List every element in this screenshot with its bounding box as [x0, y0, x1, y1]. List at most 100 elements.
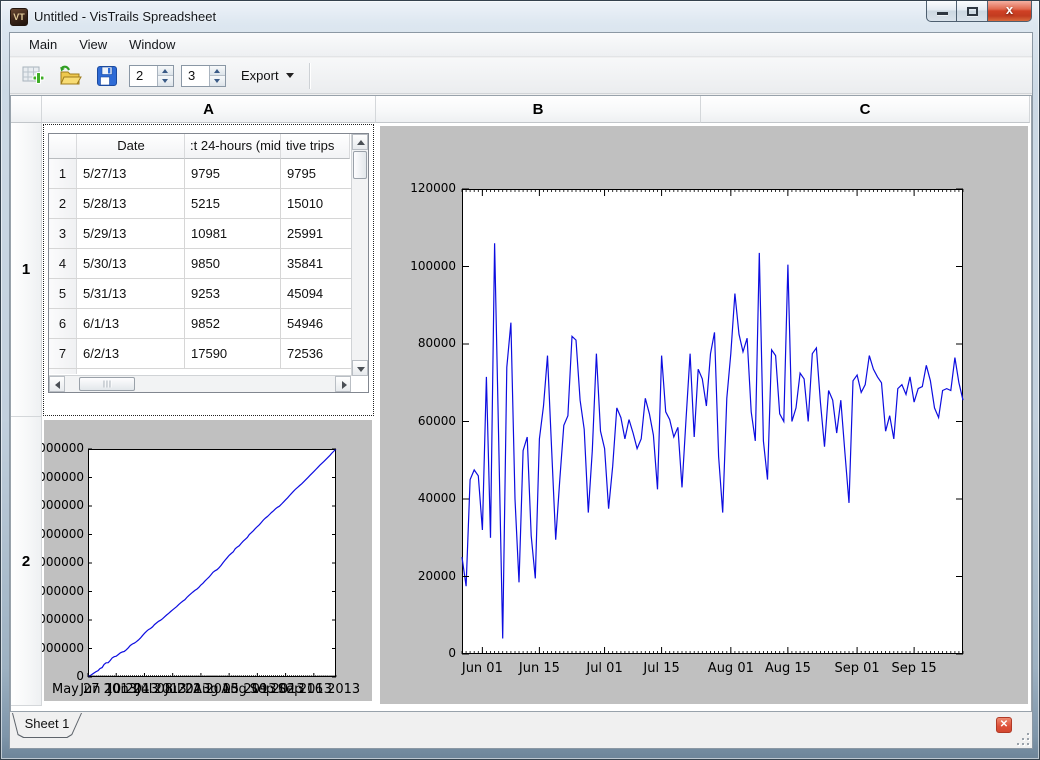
table-row[interactable]: 66/1/13985254946 — [49, 309, 368, 339]
col-spin-up-icon[interactable] — [210, 66, 225, 77]
resize-grip[interactable] — [1016, 732, 1029, 745]
maximize-button[interactable] — [957, 1, 988, 22]
tick-label: Aug 15 — [764, 661, 812, 676]
chevron-down-icon — [286, 73, 294, 78]
table-cell[interactable]: 5/30/13 — [77, 249, 185, 278]
tick-label: Jul 01 — [581, 661, 629, 676]
table-row[interactable]: 25/28/13521515010 — [49, 189, 368, 219]
save-button[interactable] — [92, 61, 122, 91]
minimize-icon — [937, 12, 948, 15]
row-header-2[interactable]: 2 — [11, 417, 42, 706]
table-row[interactable]: 45/30/13985035841 — [49, 249, 368, 279]
data-table[interactable]: Date:t 24-hours (midtive trips 15/27/139… — [48, 133, 369, 393]
export-button[interactable]: Export — [233, 64, 300, 87]
tick-label: 40000 — [418, 491, 456, 505]
table-row-number[interactable]: 3 — [49, 219, 77, 248]
table-cell[interactable]: 9795 — [281, 159, 350, 188]
table-column-header[interactable] — [49, 134, 77, 159]
table-cell[interactable]: 5/28/13 — [77, 189, 185, 218]
table-cell[interactable]: 25991 — [281, 219, 350, 248]
column-header-c[interactable]: C — [701, 96, 1030, 123]
scroll-down-button[interactable] — [352, 360, 368, 376]
table-row[interactable]: 35/29/131098125991 — [49, 219, 368, 249]
row-spin-up-icon[interactable] — [158, 66, 173, 77]
table-cell[interactable]: 5215 — [185, 189, 281, 218]
col-count-spinner[interactable]: 3 — [181, 65, 226, 87]
cell-a2[interactable]: May 27 2013Jun 10 2013Jun 24 2013Jul 08 … — [42, 417, 376, 706]
table-cell[interactable]: 72536 — [281, 339, 350, 368]
table-cell[interactable]: 5/29/13 — [77, 219, 185, 248]
scroll-right-button[interactable] — [335, 376, 351, 392]
tick-label: 5000000 — [42, 527, 84, 541]
table-cell[interactable]: 45094 — [281, 279, 350, 308]
tick-label: Jun 15 — [515, 661, 563, 676]
tick-label: Sep 01 — [833, 661, 881, 676]
row-header-1[interactable]: 1 — [11, 123, 42, 417]
scroll-up-button[interactable] — [352, 134, 368, 150]
cell-a1[interactable]: Date:t 24-hours (midtive trips 15/27/139… — [42, 123, 376, 417]
table-row-number[interactable]: 1 — [49, 159, 77, 188]
close-button[interactable]: x — [988, 1, 1032, 22]
table-row-number[interactable]: 5 — [49, 279, 77, 308]
vscroll-thumb[interactable] — [353, 151, 367, 179]
client-area: Main View Window — [9, 32, 1033, 749]
table-column-header[interactable]: :t 24-hours (mid — [185, 134, 281, 159]
col-count-value[interactable]: 3 — [182, 66, 209, 86]
table-cell[interactable]: 10981 — [185, 219, 281, 248]
table-cell[interactable]: 9850 — [185, 249, 281, 278]
toolbar-separator — [309, 63, 310, 89]
table-row[interactable]: 76/2/131759072536 — [49, 339, 368, 369]
table-cell[interactable]: 9795 — [185, 159, 281, 188]
table-cell[interactable]: 6/2/13 — [77, 339, 185, 368]
corner-header[interactable] — [11, 96, 42, 123]
table-row-number[interactable]: 2 — [49, 189, 77, 218]
scroll-left-button[interactable] — [49, 376, 65, 392]
table-cell[interactable]: 54946 — [281, 309, 350, 338]
row-spin-down-icon[interactable] — [158, 76, 173, 86]
table-cell[interactable]: 6/1/13 — [77, 309, 185, 338]
table-cell[interactable]: 15010 — [281, 189, 350, 218]
cell-b1[interactable]: Jun 01Jun 15Jul 01Jul 15Aug 01Aug 15Sep … — [376, 123, 1030, 706]
table-row-number[interactable]: 6 — [49, 309, 77, 338]
arrow-down-icon — [357, 367, 365, 372]
table-row[interactable]: 55/31/13925345094 — [49, 279, 368, 309]
row-count-value[interactable]: 2 — [130, 66, 157, 86]
menu-main[interactable]: Main — [18, 34, 68, 55]
column-header-a[interactable]: A — [42, 96, 376, 123]
menu-window[interactable]: Window — [118, 34, 186, 55]
spreadsheet-area: A B C 1 2 Date:t 24-hours (midtive trips… — [10, 95, 1032, 712]
window-title: Untitled - VisTrails Spreadsheet — [34, 9, 216, 24]
table-cell[interactable]: 17590 — [185, 339, 281, 368]
hscroll-thumb[interactable] — [79, 377, 135, 391]
tick-label: 3000000 — [42, 584, 84, 598]
tick-label: Sep 15 — [890, 661, 938, 676]
table-row-number[interactable]: 7 — [49, 339, 77, 368]
sheet-tab-label[interactable]: Sheet 1 — [12, 716, 82, 731]
row-count-spinner[interactable]: 2 — [129, 65, 174, 87]
tick-label: 0 — [76, 669, 84, 683]
menu-view[interactable]: View — [68, 34, 118, 55]
table-column-header[interactable]: Date — [77, 134, 185, 159]
table-row[interactable]: 15/27/1397959795 — [49, 159, 368, 189]
table-row-number[interactable]: 4 — [49, 249, 77, 278]
tick-label: 80000 — [418, 336, 456, 350]
arrow-right-icon — [342, 381, 347, 389]
table-column-header[interactable]: tive trips — [281, 134, 350, 159]
column-header-b[interactable]: B — [376, 96, 701, 123]
close-tab-button[interactable]: ✕ — [996, 717, 1012, 733]
tick-label: 4000000 — [42, 555, 84, 569]
table-cell[interactable]: 9852 — [185, 309, 281, 338]
arrow-up-icon — [357, 140, 365, 145]
table-horizontal-scrollbar[interactable] — [49, 375, 351, 392]
table-vertical-scrollbar[interactable] — [351, 134, 368, 376]
open-button[interactable] — [55, 61, 85, 91]
menu-bar: Main View Window — [10, 33, 1032, 57]
table-cell[interactable]: 9253 — [185, 279, 281, 308]
minimize-button[interactable] — [926, 1, 957, 22]
table-cell[interactable]: 35841 — [281, 249, 350, 278]
title-bar[interactable]: VT Untitled - VisTrails Spreadsheet x — [1, 1, 1039, 32]
table-cell[interactable]: 5/27/13 — [77, 159, 185, 188]
new-sheet-button[interactable] — [18, 61, 48, 91]
col-spin-down-icon[interactable] — [210, 76, 225, 86]
table-cell[interactable]: 5/31/13 — [77, 279, 185, 308]
